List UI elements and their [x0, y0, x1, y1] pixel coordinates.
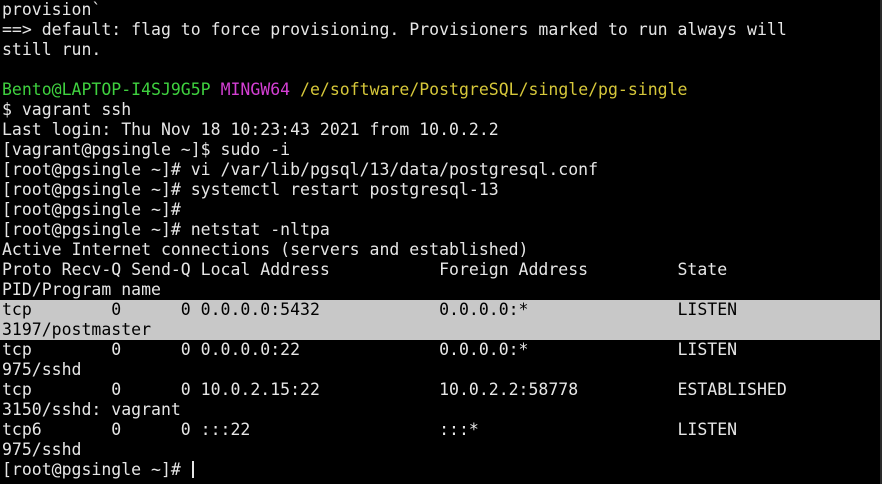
terminal-line: still run. — [0, 40, 882, 60]
terminal-window[interactable]: provision` ==> default: flag to force pro… — [0, 0, 882, 484]
terminal-line-text: tcp 0 0 10.0.2.15:22 10.0.2.2:58778 ESTA… — [2, 380, 787, 399]
terminal-line-text: tcp 0 0 0.0.0.0:22 0.0.0.0:* LISTEN — [2, 340, 738, 359]
terminal-line: [vagrant@pgsingle ~]$ sudo -i — [0, 140, 882, 160]
terminal-line-text: [root@pgsingle ~]# systemctl restart pos… — [2, 180, 499, 199]
terminal-line-text: still run. — [2, 40, 102, 59]
terminal-line-text: provision` — [2, 0, 102, 19]
terminal-line-text: Last login: Thu Nov 18 10:23:43 2021 fro… — [2, 120, 499, 139]
terminal-line: 3197/postmaster — [0, 320, 880, 340]
terminal-line: provision` — [0, 0, 882, 20]
terminal-line: tcp6 0 0 :::22 :::* LISTEN — [0, 420, 882, 440]
terminal-line: Active Internet connections (servers and… — [0, 240, 882, 260]
terminal-line: 975/sshd — [0, 360, 882, 380]
terminal-line-text: [root@pgsingle ~]# — [2, 460, 191, 479]
terminal-line-text: [root@pgsingle ~]# netstat -nltpa — [2, 220, 330, 239]
terminal-line-text: [vagrant@pgsingle ~]$ sudo -i — [2, 140, 291, 159]
terminal-line: $ vagrant ssh — [0, 100, 882, 120]
terminal-line: 3150/sshd: vagrant — [0, 400, 882, 420]
terminal-line: [root@pgsingle ~]# — [0, 460, 882, 480]
text-cursor — [191, 461, 194, 478]
terminal-line-text: tcp 0 0 0.0.0.0:5432 0.0.0.0:* LISTEN — [2, 300, 738, 319]
terminal-line: tcp 0 0 0.0.0.0:5432 0.0.0.0:* LISTEN — [0, 300, 880, 320]
terminal-line: Last login: Thu Nov 18 10:23:43 2021 fro… — [0, 120, 882, 140]
terminal-line-text: [root@pgsingle ~]# — [2, 200, 181, 219]
terminal-line: [root@pgsingle ~]# vi /var/lib/pgsql/13/… — [0, 160, 882, 180]
terminal-line-text: 3150/sshd: vagrant — [2, 400, 181, 419]
terminal-line: 975/sshd — [0, 440, 882, 460]
terminal-line-text: ==> default: flag to force provisioning.… — [2, 20, 787, 39]
terminal-line-text: 975/sshd — [2, 440, 82, 459]
terminal-line: tcp 0 0 0.0.0.0:22 0.0.0.0:* LISTEN — [0, 340, 882, 360]
terminal-line-text: tcp6 0 0 :::22 :::* LISTEN — [2, 420, 738, 439]
prompt-msystem: MINGW64 — [220, 80, 291, 99]
terminal-line: PID/Program name — [0, 280, 882, 300]
terminal-line-text: 3197/postmaster — [2, 320, 152, 339]
prompt-line: Bento@LAPTOP-I4SJ9G5P MINGW64 /e/softwar… — [0, 80, 882, 100]
terminal-line: ==> default: flag to force provisioning.… — [0, 20, 882, 40]
terminal-line-text: [root@pgsingle ~]# vi /var/lib/pgsql/13/… — [2, 160, 599, 179]
terminal-line: [root@pgsingle ~]# netstat -nltpa — [0, 220, 882, 240]
terminal-line-text: $ vagrant ssh — [2, 100, 132, 119]
terminal-line-text: 975/sshd — [2, 360, 82, 379]
prompt-user-host: Bento@LAPTOP-I4SJ9G5P — [2, 80, 211, 99]
terminal-line-text: Proto Recv-Q Send-Q Local Address Foreig… — [2, 260, 728, 279]
prompt-path: /e/software/PostgreSQL/single/pg-single — [300, 80, 688, 99]
terminal-line: Proto Recv-Q Send-Q Local Address Foreig… — [0, 260, 882, 280]
terminal-line-text: PID/Program name — [2, 280, 161, 299]
terminal-line: [root@pgsingle ~]# — [0, 200, 882, 220]
terminal-line-text: Active Internet connections (servers and… — [2, 240, 529, 259]
terminal-line: [root@pgsingle ~]# systemctl restart pos… — [0, 180, 882, 200]
terminal-line: tcp 0 0 10.0.2.15:22 10.0.2.2:58778 ESTA… — [0, 380, 882, 400]
